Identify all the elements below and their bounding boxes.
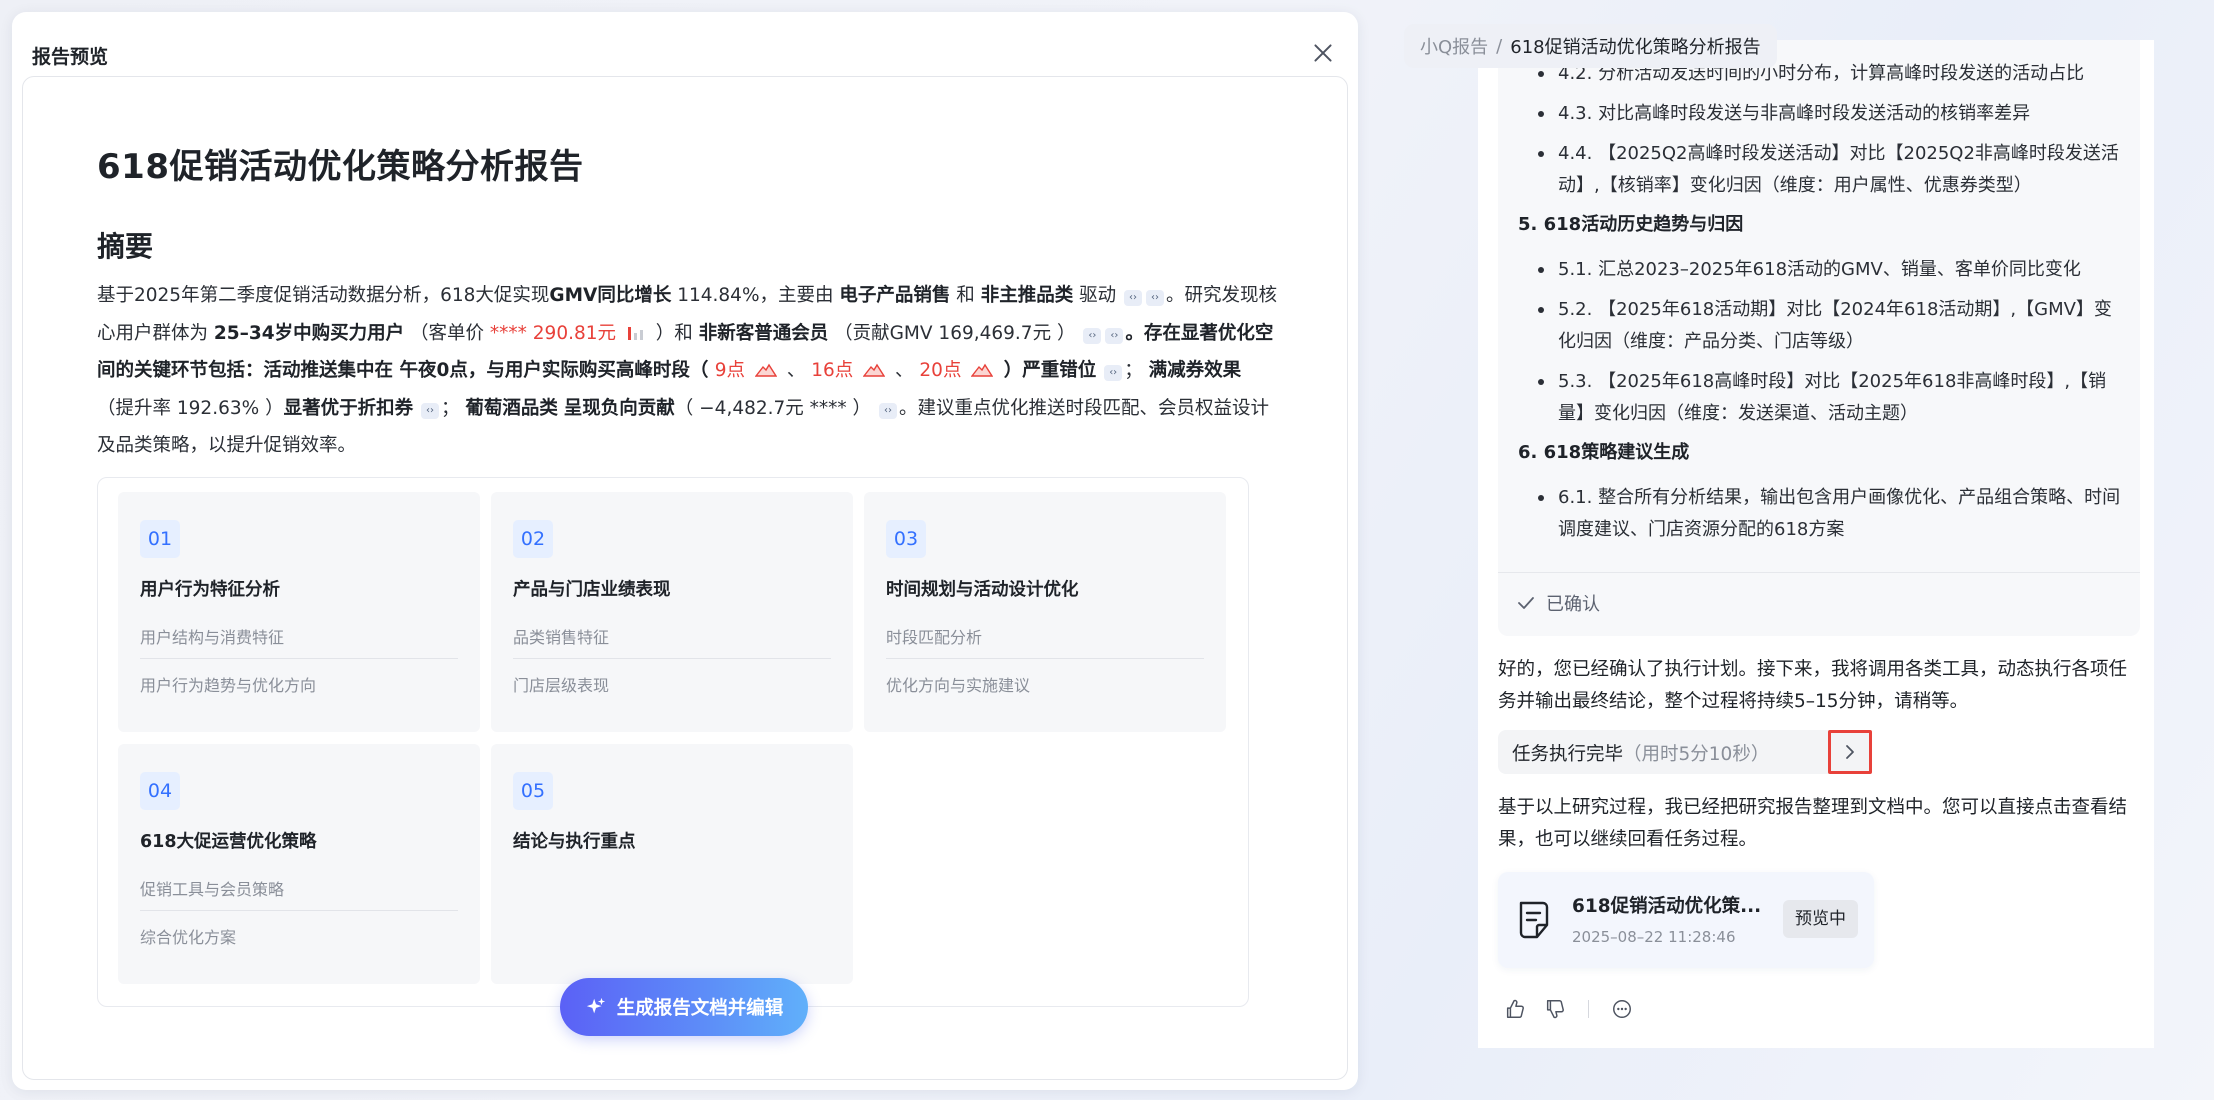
divider bbox=[1498, 572, 2140, 573]
highlight-value: **** 290.81元 bbox=[489, 322, 617, 344]
report-outline: 01 用户行为特征分析 用户结构与消费特征 用户行为趋势与优化方向 02 产品与… bbox=[97, 477, 1249, 1007]
doc-card-timestamp: 2025–08–22 11:28:46 bbox=[1572, 928, 1736, 946]
more-options-icon[interactable] bbox=[1611, 998, 1633, 1020]
outline-card-01[interactable]: 01 用户行为特征分析 用户结构与消费特征 用户行为趋势与优化方向 bbox=[118, 492, 480, 732]
section-number: 04 bbox=[140, 772, 180, 810]
peak-trend-icon bbox=[863, 363, 886, 377]
subsection-label: 品类销售特征 bbox=[513, 628, 610, 647]
subsection-label: 门店层级表现 bbox=[513, 676, 610, 695]
section-title: 618大促运营优化策略 bbox=[140, 832, 317, 852]
breadcrumb: 小Q报告 / 618促销活动优化策略分析报告 bbox=[1404, 24, 1777, 68]
breadcrumb-current: 618促销活动优化策略分析报告 bbox=[1510, 37, 1761, 58]
subsection-label: 促销工具与会员策略 bbox=[140, 880, 285, 899]
plan-item: 5.1. 汇总2023–2025年618活动的GMV、销量、客单价同比变化 bbox=[1518, 254, 2128, 286]
plan-item: 4.3. 对比高峰时段发送与非高峰时段发送活动的核销率差异 bbox=[1518, 98, 2128, 130]
expand-task-button[interactable] bbox=[1828, 730, 1872, 774]
citation-icon[interactable]: ‹› bbox=[1104, 365, 1123, 381]
plan-item: 4.4. 【2025Q2高峰时段发送活动】对比【2025Q2非高峰时段发送活动】… bbox=[1518, 138, 2128, 202]
chevron-right-icon bbox=[1846, 745, 1854, 759]
assistant-message: 好的，您已经确认了执行计划。接下来，我将调用各类工具，动态执行各项任务并输出最终… bbox=[1498, 659, 2128, 712]
citation-icon[interactable]: ‹› bbox=[1083, 327, 1102, 344]
close-icon[interactable] bbox=[1310, 40, 1336, 66]
generate-report-doc-button[interactable]: 生成报告文档并编辑 bbox=[560, 978, 808, 1036]
report-doc-card[interactable]: 618促销活动优化策... 2025–08–22 11:28:46 预览中 bbox=[1498, 872, 1874, 968]
thumbs-down-icon[interactable] bbox=[1544, 998, 1566, 1020]
divider bbox=[513, 658, 831, 659]
section-title: 产品与门店业绩表现 bbox=[513, 580, 671, 600]
task-status-label: 任务执行完毕（用时5分10秒） bbox=[1512, 744, 1770, 765]
section-number: 02 bbox=[513, 520, 553, 558]
subsection-label: 时段匹配分析 bbox=[886, 628, 983, 647]
peak-trend-icon bbox=[754, 363, 777, 377]
divider bbox=[886, 658, 1204, 659]
plan-confirmed-status: 已确认 bbox=[1516, 590, 1600, 616]
task-status-bar[interactable]: 任务执行完毕（用时5分10秒） bbox=[1498, 730, 1872, 774]
check-icon bbox=[1518, 597, 1534, 609]
feedback-bar bbox=[1504, 998, 1633, 1020]
generate-button-label: 生成报告文档并编辑 bbox=[616, 998, 784, 1019]
outline-card-04[interactable]: 04 618大促运营优化策略 促销工具与会员策略 综合优化方案 bbox=[118, 744, 480, 984]
modal-title: 报告预览 bbox=[32, 46, 109, 68]
section-title: 结论与执行重点 bbox=[513, 832, 636, 852]
divider bbox=[140, 658, 458, 659]
subsection-label: 用户结构与消费特征 bbox=[140, 628, 285, 647]
plan-section-title: 5. 618活动历史趋势与归因 bbox=[1518, 214, 1744, 235]
sparkle-icon bbox=[586, 997, 605, 1014]
plan-section-title: 6. 618策略建议生成 bbox=[1518, 442, 1690, 463]
assistant-message: 基于以上研究过程，我已经把研究报告整理到文档中。您可以直接点击查看结果，也可以继… bbox=[1498, 797, 2128, 850]
thumbs-up-icon[interactable] bbox=[1504, 998, 1526, 1020]
doc-card-title: 618促销活动优化策... bbox=[1572, 896, 1762, 917]
subsection-label: 优化方向与实施建议 bbox=[886, 676, 1031, 695]
report-document: 618促销活动优化策略分析报告 摘要 基于2025年第二季度促销活动数据分析，6… bbox=[22, 76, 1348, 1080]
summary-paragraph: 基于2025年第二季度促销活动数据分析，618大促实现GMV同比增长 114.8… bbox=[97, 285, 1277, 456]
citation-icon[interactable]: ‹› bbox=[1105, 327, 1124, 344]
subsection-label: 用户行为趋势与优化方向 bbox=[140, 676, 317, 695]
outline-card-05[interactable]: 05 结论与执行重点 bbox=[491, 744, 853, 984]
mini-bar-chart-icon[interactable] bbox=[626, 324, 646, 342]
section-title: 时间规划与活动设计优化 bbox=[886, 580, 1079, 600]
execution-plan: 4.2. 分析活动发送时间的小时分布，计算高峰时段发送的活动占比 4.3. 对比… bbox=[1498, 40, 2140, 636]
plan-item: 6.1. 整合所有分析结果，输出包含用户画像优化、产品组合策略、时间调度建议、门… bbox=[1518, 482, 2128, 546]
section-number: 01 bbox=[140, 520, 180, 558]
section-number: 05 bbox=[513, 772, 553, 810]
citation-icon[interactable]: ‹› bbox=[1123, 290, 1142, 306]
section-title: 用户行为特征分析 bbox=[140, 580, 280, 600]
plan-item: 5.3. 【2025年618高峰时段】对比【2025年618非高峰时段】,【销量… bbox=[1518, 366, 2128, 430]
breadcrumb-root[interactable]: 小Q报告 bbox=[1420, 33, 1488, 59]
breadcrumb-separator: / bbox=[1496, 35, 1503, 57]
citation-icon[interactable]: ‹› bbox=[420, 402, 439, 419]
document-icon bbox=[1519, 901, 1549, 939]
preview-status-badge: 预览中 bbox=[1783, 900, 1858, 938]
divider bbox=[1588, 1000, 1589, 1018]
outline-card-02[interactable]: 02 产品与门店业绩表现 品类销售特征 门店层级表现 bbox=[491, 492, 853, 732]
subsection-label: 综合优化方案 bbox=[140, 928, 237, 947]
peak-trend-icon bbox=[971, 363, 994, 377]
section-number: 03 bbox=[886, 520, 926, 558]
plan-item: 5.2. 【2025年618活动期】对比【2024年618活动期】,【GMV】变… bbox=[1518, 294, 2128, 358]
report-preview-modal: 报告预览 618促销活动优化策略分析报告 摘要 基于2025年第二季度促销活动数… bbox=[12, 12, 1358, 1090]
report-title: 618促销活动优化策略分析报告 bbox=[97, 147, 584, 187]
outline-card-03[interactable]: 03 时间规划与活动设计优化 时段匹配分析 优化方向与实施建议 bbox=[864, 492, 1226, 732]
citation-icon[interactable]: ‹› bbox=[1145, 290, 1164, 306]
citation-icon[interactable]: ‹› bbox=[878, 402, 897, 419]
divider bbox=[140, 910, 458, 911]
summary-heading: 摘要 bbox=[97, 230, 154, 263]
